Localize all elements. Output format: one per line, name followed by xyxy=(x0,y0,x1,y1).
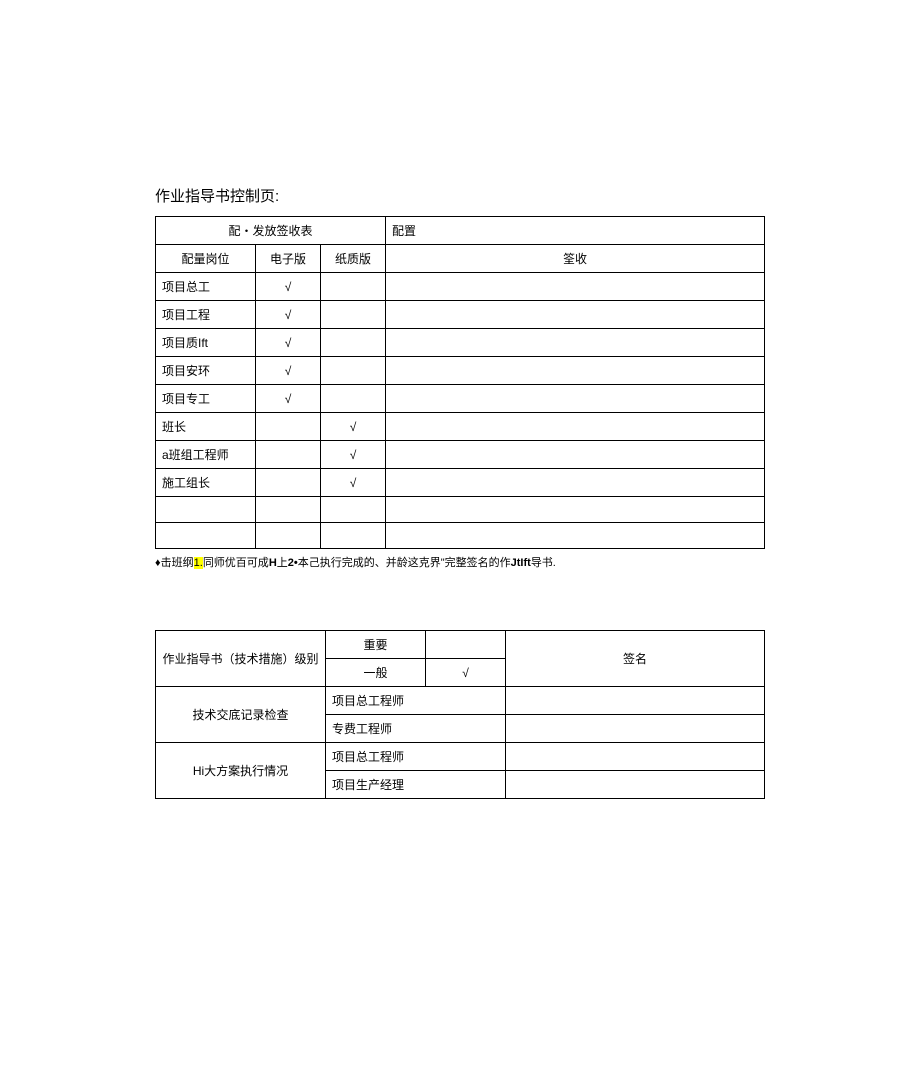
hi-plan-label: Hi大方案执行情况 xyxy=(156,743,326,799)
table-row: 项目总工 √ xyxy=(156,273,765,301)
cell-electronic: √ xyxy=(256,357,321,385)
note-bold: 2• xyxy=(288,557,298,569)
note-bold: H xyxy=(269,557,277,569)
col-electronic: 电子版 xyxy=(256,245,321,273)
cell-position: 施工组长 xyxy=(156,469,256,497)
cell-sign xyxy=(386,329,765,357)
cell-paper: √ xyxy=(321,469,386,497)
col-paper: 纸质版 xyxy=(321,245,386,273)
sign-cell xyxy=(506,771,765,799)
note-highlight: 1. xyxy=(194,557,203,569)
note-prefix: ♦击班纲 xyxy=(155,557,194,569)
cell-position: 项目总工 xyxy=(156,273,256,301)
cell-electronic xyxy=(256,469,321,497)
cell-paper: √ xyxy=(321,413,386,441)
level-label: 作业指导书（技术措施）级别 xyxy=(156,631,326,687)
table-row: 项目质Ift √ xyxy=(156,329,765,357)
role-cell: 项目总工程师 xyxy=(326,687,506,715)
cell-electronic: √ xyxy=(256,273,321,301)
cell-position: 班长 xyxy=(156,413,256,441)
role-cell: 专费工程师 xyxy=(326,715,506,743)
note-text: 上 xyxy=(277,557,288,569)
general-label: 一般 xyxy=(326,659,426,687)
table-row: 项目专工 √ xyxy=(156,385,765,413)
important-label: 重要 xyxy=(326,631,426,659)
table-row: 施工组长 √ xyxy=(156,469,765,497)
cell-position: 项目专工 xyxy=(156,385,256,413)
table-row: a班组工程师 √ xyxy=(156,441,765,469)
cell-electronic: √ xyxy=(256,301,321,329)
cell-sign xyxy=(386,469,765,497)
sign-label: 签名 xyxy=(506,631,765,687)
cell-electronic xyxy=(256,441,321,469)
table-row: 班长 √ xyxy=(156,413,765,441)
cell-electronic xyxy=(256,413,321,441)
note-bold: JtIft xyxy=(511,557,531,569)
cell-position: 项目工程 xyxy=(156,301,256,329)
table-row-empty xyxy=(156,523,765,549)
cell-sign xyxy=(386,273,765,301)
cell-sign xyxy=(386,413,765,441)
table-row: 项目工程 √ xyxy=(156,301,765,329)
level-table: 作业指导书（技术措施）级别 重要 签名 一般 √ 技术交底记录检查 项目总工程师… xyxy=(155,630,765,799)
cell-position: a班组工程师 xyxy=(156,441,256,469)
table-row: 项目安环 √ xyxy=(156,357,765,385)
cell-paper xyxy=(321,357,386,385)
cell-paper xyxy=(321,301,386,329)
header-merge: 配・发放签收表 xyxy=(156,217,386,245)
header-config: 配置 xyxy=(386,217,765,245)
important-check xyxy=(426,631,506,659)
cell-sign xyxy=(386,301,765,329)
col-sign: 筌收 xyxy=(386,245,765,273)
cell-paper xyxy=(321,385,386,413)
col-position: 配量岗位 xyxy=(156,245,256,273)
cell-sign xyxy=(386,385,765,413)
page-title: 作业指导书控制页: xyxy=(155,185,765,206)
sign-cell xyxy=(506,687,765,715)
cell-electronic: √ xyxy=(256,329,321,357)
distribution-table: 配・发放签收表 配置 配量岗位 电子版 纸质版 筌收 项目总工 √ 项目工程 √… xyxy=(155,216,765,549)
tech-check-label: 技术交底记录检查 xyxy=(156,687,326,743)
role-cell: 项目总工程师 xyxy=(326,743,506,771)
cell-sign xyxy=(386,357,765,385)
note-text: 同师优百可成 xyxy=(203,557,269,569)
cell-position: 项目安环 xyxy=(156,357,256,385)
footnote: ♦击班纲1.同师优百可成H上2•本己执行完成的、并龄这克界"完整签名的作JtIf… xyxy=(155,554,765,570)
sign-cell xyxy=(506,743,765,771)
note-text: 导书. xyxy=(531,557,556,569)
cell-sign xyxy=(386,441,765,469)
note-text: 本己执行完成的、并龄这克界"完整签名的作 xyxy=(298,557,511,569)
cell-paper xyxy=(321,273,386,301)
cell-paper: √ xyxy=(321,441,386,469)
role-cell: 项目生产经理 xyxy=(326,771,506,799)
cell-position: 项目质Ift xyxy=(156,329,256,357)
cell-electronic: √ xyxy=(256,385,321,413)
cell-paper xyxy=(321,329,386,357)
table-row-empty xyxy=(156,497,765,523)
sign-cell xyxy=(506,715,765,743)
general-check: √ xyxy=(426,659,506,687)
